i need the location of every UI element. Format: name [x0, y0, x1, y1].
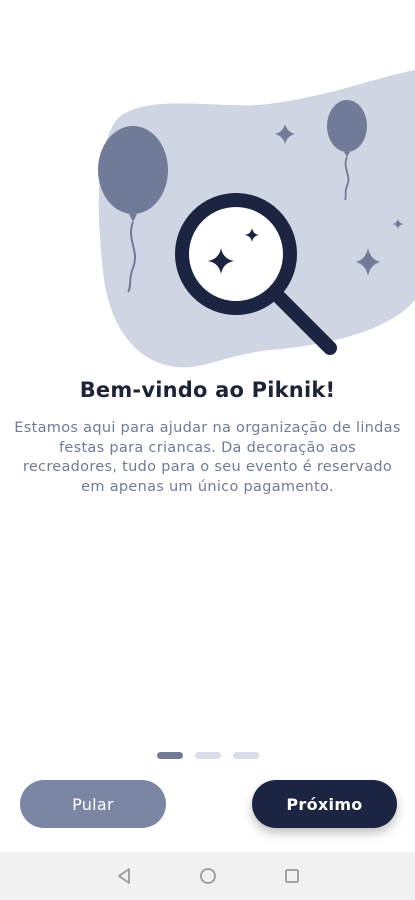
next-button[interactable]: Próximo: [252, 780, 397, 828]
recents-icon[interactable]: [281, 865, 303, 887]
onboarding-screen: Bem-vindo ao Piknik! Estamos aqui para a…: [0, 0, 415, 900]
page-indicator: [0, 752, 415, 759]
skip-button[interactable]: Pular: [20, 780, 166, 828]
home-icon[interactable]: [197, 865, 219, 887]
system-navigation-bar: [0, 852, 415, 900]
welcome-title: Bem-vindo ao Piknik!: [79, 378, 336, 402]
onboarding-illustration: [98, 70, 415, 368]
page-indicator-dot: [232, 752, 259, 759]
page-indicator-dot-active: [156, 752, 183, 759]
welcome-description: Estamos aqui para ajudar na organização …: [14, 420, 401, 495]
page-indicator-dot: [194, 752, 221, 759]
back-icon[interactable]: [113, 865, 135, 887]
